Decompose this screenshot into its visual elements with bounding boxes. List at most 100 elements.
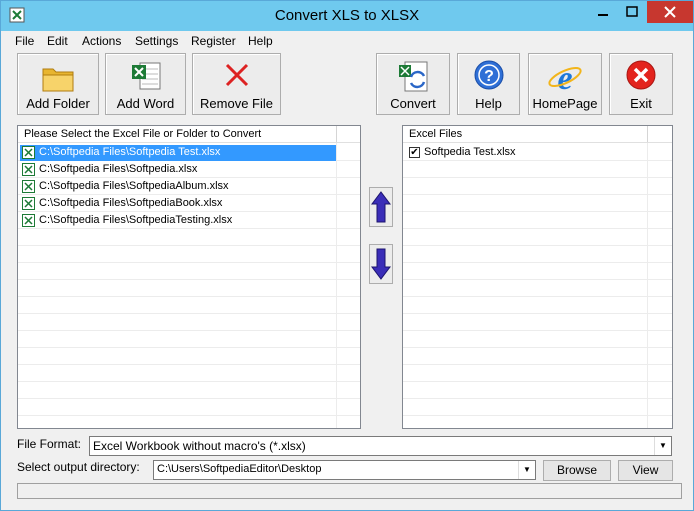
grid-line — [18, 364, 360, 365]
close-icon — [664, 6, 676, 18]
grid-line — [403, 194, 672, 195]
help-icon: ? — [474, 60, 503, 90]
view-button[interactable]: View — [618, 460, 673, 481]
maximize-icon — [626, 6, 638, 17]
grid-line — [403, 398, 672, 399]
svg-text:e: e — [557, 60, 572, 95]
move-down-button[interactable] — [369, 244, 393, 284]
dropdown-arrow-icon[interactable]: ▼ — [518, 461, 535, 479]
grid-line — [403, 415, 672, 416]
column-separator — [336, 126, 337, 142]
source-list-header-text: Please Select the Excel File or Folder t… — [24, 128, 262, 140]
move-up-button[interactable] — [369, 187, 393, 227]
menu-register[interactable]: Register — [191, 34, 236, 48]
menu-actions[interactable]: Actions — [82, 34, 121, 48]
menu-edit[interactable]: Edit — [47, 34, 68, 48]
grid-line — [18, 330, 360, 331]
grid-line — [403, 245, 672, 246]
excel-files-header-text: Excel Files — [409, 128, 463, 140]
folder-icon — [42, 68, 74, 92]
add-word-label: Add Word — [116, 96, 175, 111]
grid-line — [18, 415, 360, 416]
help-button[interactable]: ? Help — [457, 53, 520, 115]
grid-line — [18, 194, 360, 195]
menu-settings[interactable]: Settings — [135, 34, 178, 48]
grid-line — [18, 211, 360, 212]
output-directory-value: C:\Users\SoftpediaEditor\Desktop — [157, 463, 322, 475]
add-word-button[interactable]: Add Word — [105, 53, 186, 115]
homepage-label: HomePage — [532, 96, 598, 111]
grid-line — [18, 347, 360, 348]
app-window: Convert XLS to XLSX File Edit Actions Se… — [0, 0, 694, 511]
column-separator — [647, 126, 648, 142]
source-file-path: C:\Softpedia Files\Softpedia Test.xlsx — [39, 146, 221, 158]
internet-explorer-icon: e — [548, 60, 582, 95]
grid-line — [403, 279, 672, 280]
remove-icon — [225, 63, 248, 87]
grid-line — [403, 228, 672, 229]
minimize-icon — [598, 14, 608, 16]
source-list-header[interactable]: Please Select the Excel File or Folder t… — [18, 126, 360, 143]
source-file-path: C:\Softpedia Files\SoftpediaBook.xlsx — [39, 197, 223, 209]
excel-files-header[interactable]: Excel Files — [403, 126, 672, 143]
excel-file-icon — [22, 146, 35, 159]
convert-icon — [399, 61, 428, 92]
grid-line — [403, 347, 672, 348]
maximize-button[interactable] — [618, 1, 646, 23]
menu-file[interactable]: File — [15, 34, 34, 48]
grid-line — [403, 381, 672, 382]
remove-file-label: Remove File — [200, 96, 273, 111]
grid-line — [403, 160, 672, 161]
column-divider — [647, 143, 648, 428]
excel-file-icon — [22, 180, 35, 193]
grid-line — [18, 381, 360, 382]
file-format-label: File Format: — [17, 437, 82, 451]
menu-bar: File Edit Actions Settings Register Help — [1, 32, 693, 51]
minimize-button[interactable] — [589, 1, 617, 23]
source-file-path: C:\Softpedia Files\SoftpediaTesting.xlsx — [39, 214, 233, 226]
dropdown-arrow-icon[interactable]: ▼ — [654, 437, 671, 455]
column-divider — [336, 143, 337, 428]
output-directory-label: Select output directory: — [17, 460, 140, 474]
excel-file-icon — [22, 163, 35, 176]
grid-line — [403, 262, 672, 263]
remove-file-button[interactable]: Remove File — [192, 53, 281, 115]
add-folder-label: Add Folder — [26, 96, 90, 111]
arrow-down-icon — [371, 248, 391, 280]
grid-line — [403, 313, 672, 314]
grid-line — [403, 211, 672, 212]
excel-file-icon — [22, 197, 35, 210]
source-file-row[interactable]: C:\Softpedia Files\Softpedia Test.xlsx — [20, 145, 336, 161]
grid-line — [403, 364, 672, 365]
grid-line — [18, 313, 360, 314]
excel-file-icon — [22, 214, 35, 227]
status-bar — [17, 483, 682, 499]
source-file-path: C:\Softpedia Files\Softpedia.xlsx — [39, 163, 198, 175]
grid-line — [403, 177, 672, 178]
grid-line — [403, 330, 672, 331]
browse-button[interactable]: Browse — [543, 460, 611, 481]
output-directory-select[interactable]: C:\Users\SoftpediaEditor\Desktop ▼ — [153, 460, 536, 480]
homepage-button[interactable]: e HomePage — [528, 53, 602, 115]
exit-button[interactable]: Exit — [609, 53, 673, 115]
close-button[interactable] — [647, 1, 693, 23]
excel-add-icon — [131, 62, 160, 90]
title-bar[interactable]: Convert XLS to XLSX — [1, 1, 693, 31]
file-format-select[interactable]: Excel Workbook without macro's (*.xlsx) … — [89, 436, 672, 456]
add-folder-button[interactable]: Add Folder — [17, 53, 99, 115]
file-checkbox[interactable]: ✔ — [409, 147, 420, 158]
convert-button[interactable]: Convert — [376, 53, 450, 115]
grid-line — [18, 228, 360, 229]
file-format-value: Excel Workbook without macro's (*.xlsx) — [93, 439, 306, 453]
source-file-path: C:\Softpedia Files\SoftpediaAlbum.xlsx — [39, 180, 229, 192]
convert-label: Convert — [390, 96, 436, 111]
grid-line — [18, 296, 360, 297]
exit-label: Exit — [630, 96, 652, 111]
menu-help[interactable]: Help — [248, 34, 273, 48]
excel-files-list[interactable]: Excel Files ✔ Softpedia Test.xlsx — [402, 125, 673, 429]
grid-line — [18, 262, 360, 263]
grid-line — [403, 296, 672, 297]
source-file-list[interactable]: Please Select the Excel File or Folder t… — [17, 125, 361, 429]
grid-line — [18, 177, 360, 178]
grid-line — [18, 245, 360, 246]
